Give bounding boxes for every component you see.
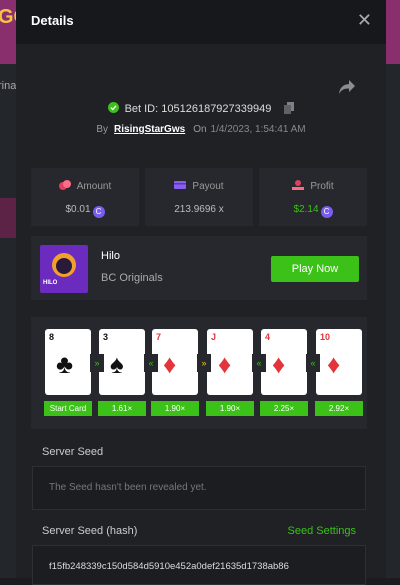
user-link[interactable]: RisingStarGws — [114, 124, 185, 135]
profit-stat: Profit $2.14 C — [259, 168, 367, 226]
bet-author-row: By RisingStarGws On 1/4/2023, 1:54:41 AM — [16, 124, 386, 135]
close-button[interactable]: ✕ — [357, 10, 372, 31]
currency-coin-icon: C — [92, 206, 105, 218]
card-suit-icon: ♦ — [163, 349, 177, 379]
card-suit-icon: ♠ — [110, 349, 124, 379]
play-now-button[interactable]: Play Now — [271, 256, 359, 282]
server-seed-hash-field[interactable]: f15fb248339c150d584d5910e452a0def21635d1… — [32, 545, 366, 585]
card-rank: 3 — [103, 332, 109, 342]
background-left-panel: GO rina — [0, 0, 29, 578]
payout-value: 213.9696 x — [174, 204, 224, 215]
wallet-icon — [174, 181, 187, 189]
card-suit-icon: ♦ — [327, 349, 341, 379]
details-modal: Details ✕ Bet ID: 105126187927339949 By R… — [16, 0, 386, 585]
card-multiplier: 1.90× — [206, 401, 254, 416]
currency-coin-icon: C — [320, 206, 333, 218]
modal-title: Details — [31, 13, 74, 28]
amount-value: $0.01 — [65, 204, 91, 215]
game-card: HILO Hilo BC Originals Play Now — [31, 236, 367, 300]
bet-date: 1/4/2023, 1:54:41 AM — [210, 124, 306, 135]
bet-id-label: Bet ID: — [124, 103, 159, 115]
amount-value-row: $0.01 C — [31, 204, 139, 218]
card-suit-icon: ♦ — [218, 349, 232, 379]
guess-direction-icon: « — [144, 354, 158, 372]
bet-id-row: Bet ID: 105126187927339949 — [16, 102, 386, 115]
share-icon[interactable] — [338, 79, 356, 95]
card-multiplier: 1.61× — [98, 401, 146, 416]
payout-label: Payout — [192, 181, 224, 192]
guess-direction-icon: « — [306, 354, 320, 372]
modal-header: Details ✕ — [16, 0, 386, 44]
guess-direction-icon: » — [197, 354, 211, 372]
card-multiplier: 1.90× — [151, 401, 199, 416]
server-seed-placeholder: The Seed hasn't been revealed yet. — [49, 482, 207, 493]
playing-card: 7 ♦ — [152, 329, 198, 395]
thumbnail-art-inner — [56, 258, 72, 274]
server-seed-hash-value: f15fb248339c150d584d5910e452a0def21635d1… — [49, 561, 289, 572]
card-multiplier: 2.92× — [315, 401, 363, 416]
profit-label: Profit — [310, 181, 334, 192]
profit-value-row: $2.14 C — [259, 204, 367, 218]
server-seed-label: Server Seed — [42, 446, 104, 458]
profit-value: $2.14 — [293, 204, 319, 215]
card-multiplier: Start Card — [44, 401, 92, 416]
card-rank: 7 — [156, 332, 162, 342]
profit-hand-icon — [292, 180, 305, 190]
card-rank: 4 — [265, 332, 271, 342]
on-label: On — [193, 124, 207, 135]
card-suit-icon: ♣ — [56, 349, 74, 379]
profit-label-row: Profit — [259, 180, 367, 192]
card-history: 8 ♣ Start Card 3 ♠ 1.61× 7 ♦ 1.90× J ♦ 1.90× 4 ♦ 2.25×… — [31, 317, 367, 429]
amount-label-row: Amount — [31, 180, 139, 192]
seed-settings-link[interactable]: Seed Settings — [288, 525, 357, 537]
bet-id-value: 105126187927339949 — [161, 103, 272, 115]
playing-card: 3 ♠ — [99, 329, 145, 395]
coins-icon — [58, 180, 71, 190]
background-banner-right — [386, 0, 400, 64]
card-suit-icon: ♦ — [272, 349, 286, 379]
server-seed-hash-label: Server Seed (hash) — [42, 525, 138, 537]
card-rank: 8 — [49, 332, 55, 342]
payout-stat: Payout 213.9696 x — [145, 168, 253, 226]
game-name: Hilo — [101, 250, 120, 262]
background-banner-2 — [0, 198, 16, 238]
playing-card: 8 ♣ — [45, 329, 91, 395]
bet-stats: Amount $0.01 C Payout 213.9696 x Profit $… — [31, 168, 367, 226]
game-thumbnail[interactable]: HILO — [40, 245, 88, 293]
amount-label: Amount — [76, 181, 112, 192]
background-right-panel — [386, 0, 400, 578]
card-rank: J — [211, 332, 217, 342]
by-label: By — [96, 124, 109, 135]
card-multiplier: 2.25× — [260, 401, 308, 416]
game-provider: BC Originals — [101, 272, 163, 284]
payout-label-row: Payout — [145, 180, 253, 192]
shield-check-icon — [107, 102, 119, 113]
copy-icon[interactable] — [284, 102, 295, 114]
guess-direction-icon: » — [90, 354, 104, 372]
thumbnail-label: HILO — [43, 280, 58, 286]
playing-card: 10 ♦ — [316, 329, 362, 395]
guess-direction-icon: « — [252, 354, 266, 372]
background-text: rina — [0, 80, 17, 92]
playing-card: J ♦ — [207, 329, 253, 395]
server-seed-field: The Seed hasn't been revealed yet. — [32, 466, 366, 510]
playing-card: 4 ♦ — [261, 329, 307, 395]
card-rank: 10 — [320, 332, 331, 342]
amount-stat: Amount $0.01 C — [31, 168, 139, 226]
